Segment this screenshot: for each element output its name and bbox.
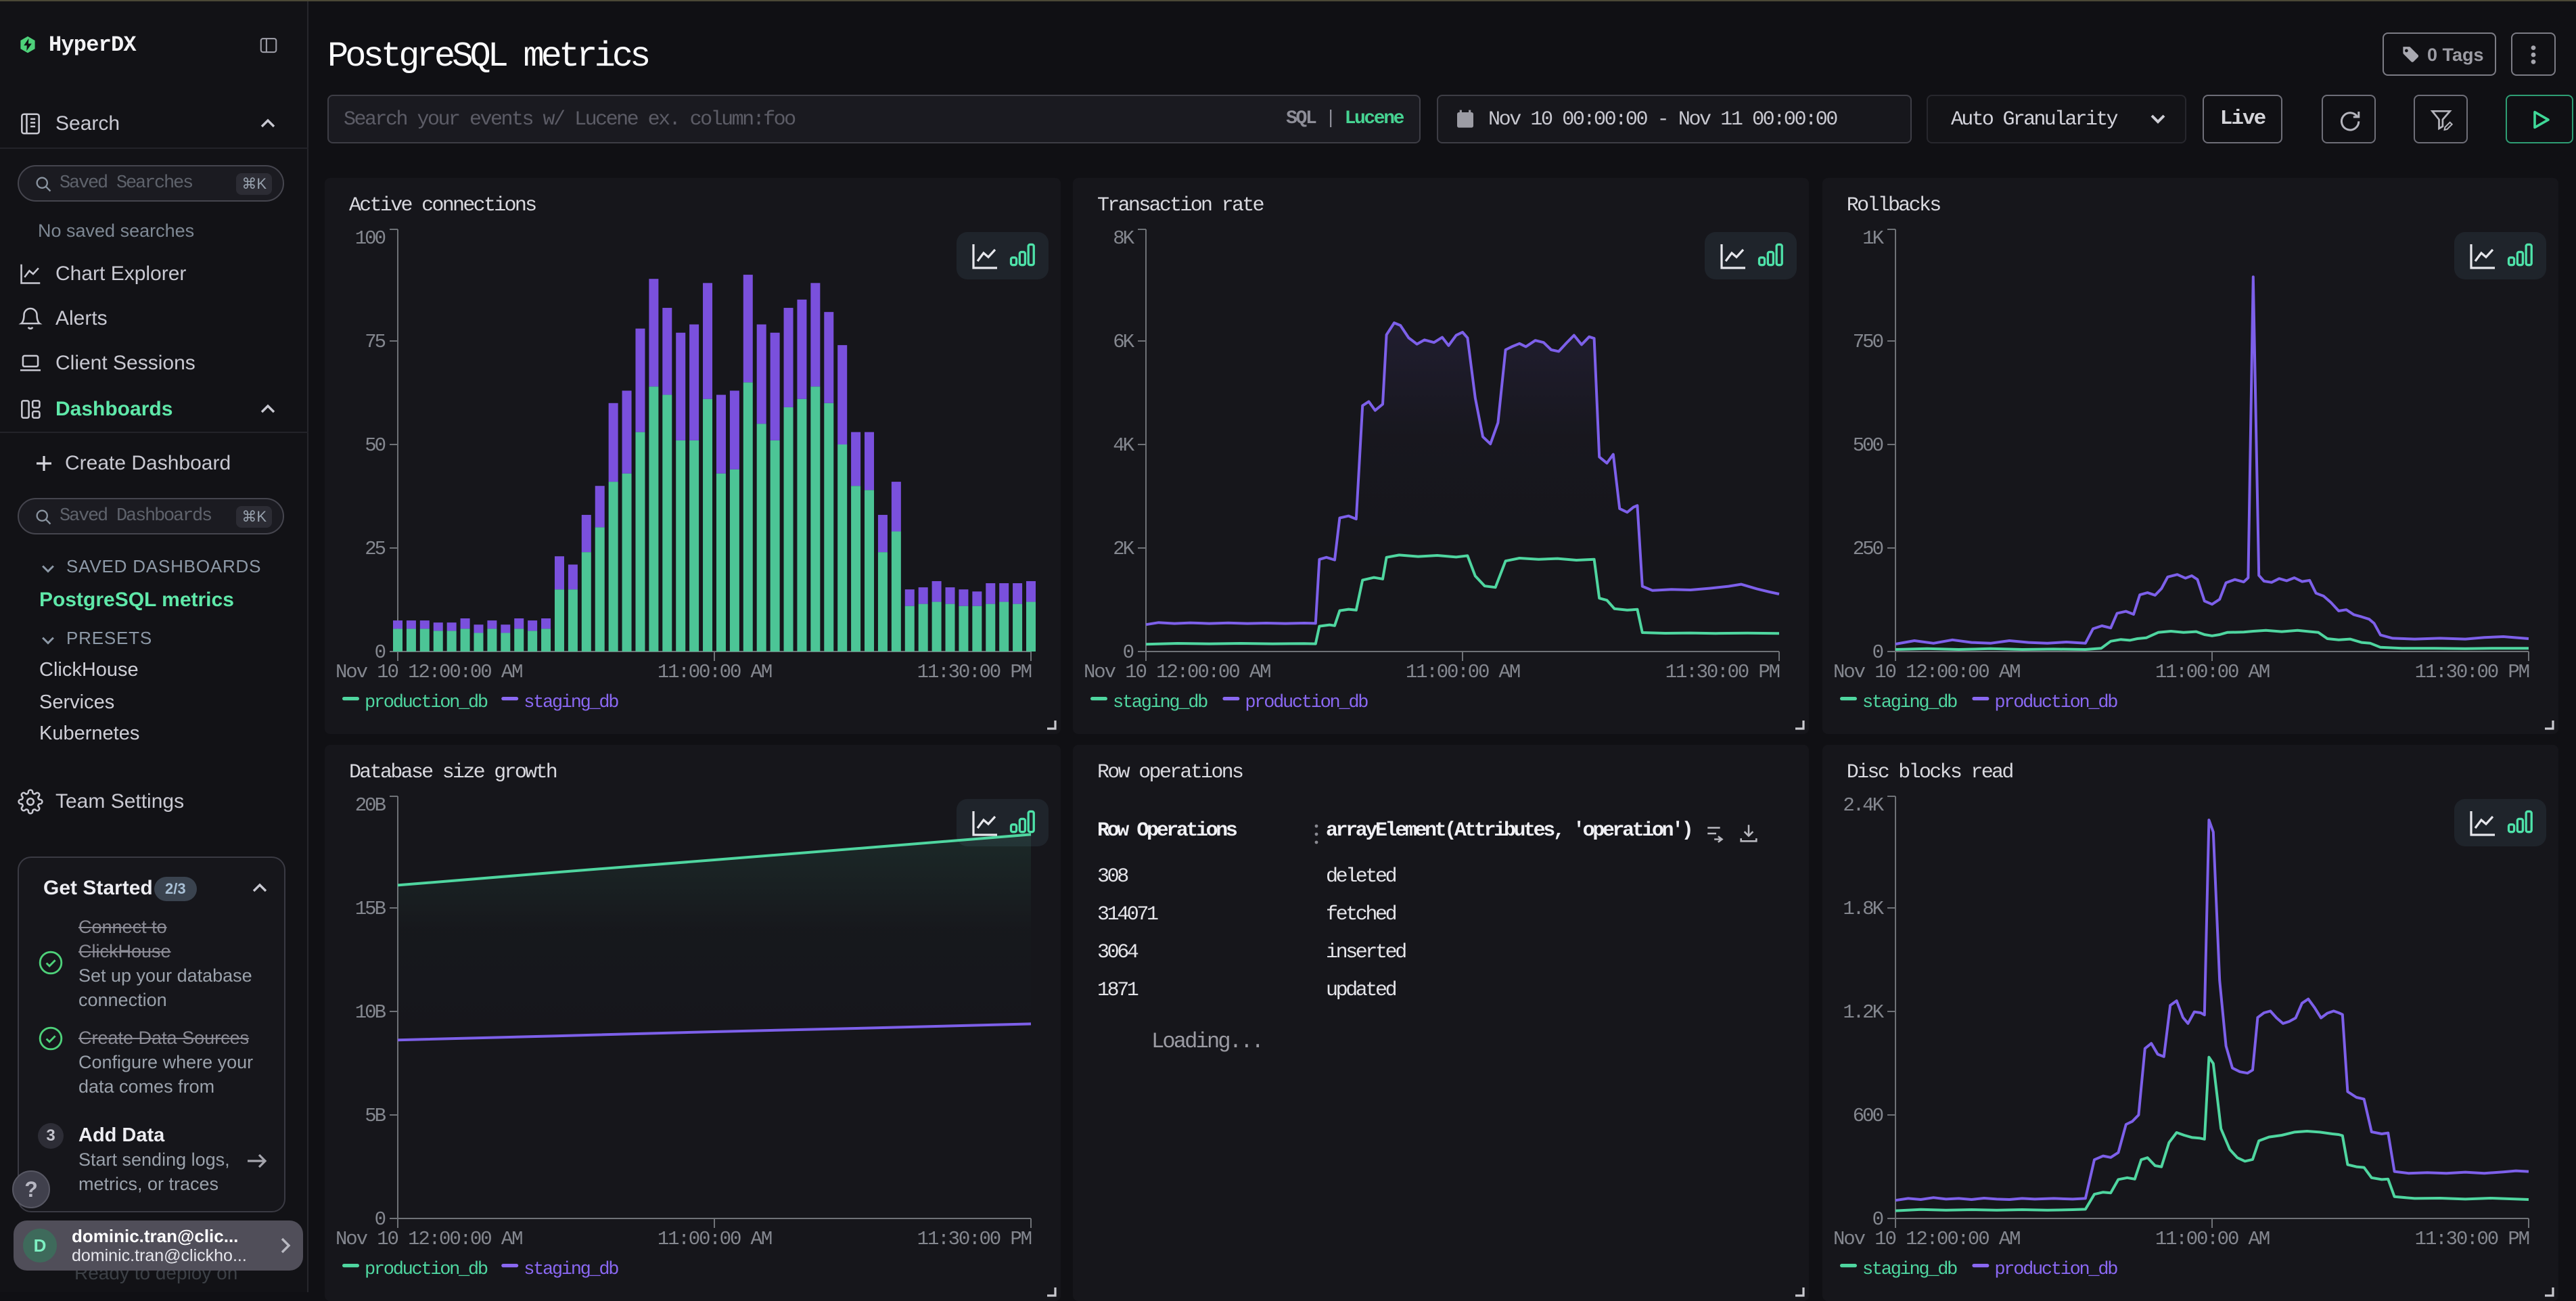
svg-text:production_db: production_db [365,1260,488,1280]
svg-text:500: 500 [1853,434,1883,457]
svg-text:staging_db: staging_db [1862,693,1957,713]
svg-text:Nov 10 12:00:00 AM: Nov 10 12:00:00 AM [336,1228,522,1250]
svg-text:Nov 10 12:00:00 AM: Nov 10 12:00:00 AM [336,661,522,683]
svg-text:1K: 1K [1862,227,1884,250]
svg-text:11:00:00 AM: 11:00:00 AM [2155,1228,2270,1250]
svg-text:staging_db: staging_db [1113,693,1208,713]
svg-text:staging_db: staging_db [524,693,618,713]
svg-text:1.8K: 1.8K [1843,898,1884,920]
svg-text:50: 50 [365,434,385,457]
svg-text:11:30:00 PM: 11:30:00 PM [2414,1228,2529,1250]
svg-text:11:00:00 AM: 11:00:00 AM [658,1228,772,1250]
svg-text:11:30:00 PM: 11:30:00 PM [2414,661,2529,683]
svg-text:250: 250 [1853,538,1883,560]
svg-text:Nov 10 12:00:00 AM: Nov 10 12:00:00 AM [1084,661,1270,683]
svg-text:Nov 10 12:00:00 AM: Nov 10 12:00:00 AM [1833,661,2020,683]
svg-text:11:00:00 AM: 11:00:00 AM [1406,661,1520,683]
svg-text:5B: 5B [365,1105,386,1127]
svg-text:6K: 6K [1113,331,1134,353]
svg-text:11:30:00 PM: 11:30:00 PM [917,1228,1032,1250]
svg-text:staging_db: staging_db [524,1260,618,1280]
svg-text:Nov 10 12:00:00 AM: Nov 10 12:00:00 AM [1833,1228,2020,1250]
svg-text:11:30:00 PM: 11:30:00 PM [1665,661,1780,683]
svg-text:2K: 2K [1113,538,1134,560]
svg-text:75: 75 [365,331,385,353]
svg-text:production_db: production_db [1994,693,2117,713]
svg-text:production_db: production_db [1245,693,1368,713]
svg-text:2.4K: 2.4K [1843,794,1884,817]
svg-text:production_db: production_db [1994,1260,2117,1280]
svg-text:600: 600 [1853,1105,1883,1127]
svg-text:4K: 4K [1113,434,1134,457]
svg-text:10B: 10B [355,1001,386,1024]
svg-text:production_db: production_db [365,693,488,713]
svg-text:8K: 8K [1113,227,1134,250]
svg-text:100: 100 [355,227,386,250]
svg-text:11:30:00 PM: 11:30:00 PM [917,661,1032,683]
svg-text:15B: 15B [355,898,386,920]
svg-text:11:00:00 AM: 11:00:00 AM [2155,661,2270,683]
svg-text:staging_db: staging_db [1862,1260,1957,1280]
svg-text:20B: 20B [355,794,386,817]
svg-text:1.2K: 1.2K [1843,1001,1884,1024]
svg-text:750: 750 [1853,331,1883,353]
svg-text:25: 25 [365,538,385,560]
svg-text:11:00:00 AM: 11:00:00 AM [658,661,772,683]
